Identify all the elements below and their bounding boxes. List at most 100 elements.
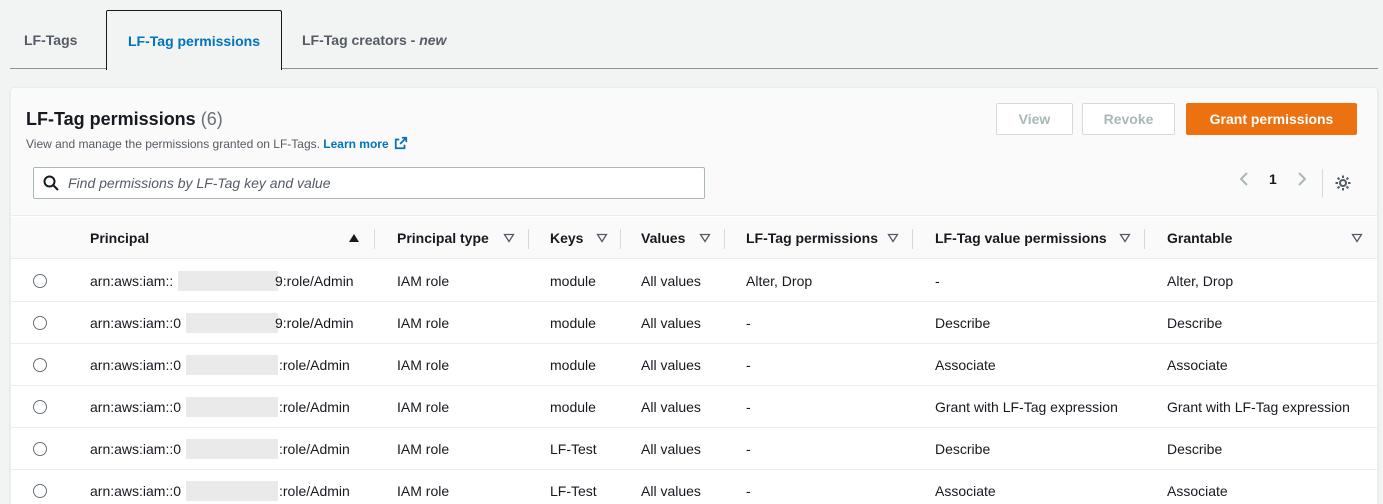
revoke-button[interactable]: Revoke: [1082, 103, 1175, 135]
tag-permissions-cell: -: [746, 441, 751, 457]
pager-divider: [1322, 169, 1323, 197]
principal-type-cell: IAM role: [397, 483, 450, 499]
external-link-icon: [394, 136, 408, 150]
tab-label: LF-Tag creators -: [302, 31, 420, 48]
principal-type-cell: IAM role: [397, 273, 450, 289]
table-row[interactable]: arn:aws:iam:: 9:role/Admin IAM role modu…: [11, 260, 1377, 302]
values-cell: All values: [641, 315, 701, 331]
values-cell: All values: [641, 441, 701, 457]
value-permissions-cell: Associate: [935, 483, 996, 499]
table-row[interactable]: arn:aws:iam::0 9:role/Admin IAM role mod…: [11, 302, 1377, 344]
search-icon: [43, 175, 59, 191]
tab-lf-tag-permissions[interactable]: LF-Tag permissions: [106, 10, 282, 70]
column-label: Values: [641, 230, 686, 246]
column-divider: [912, 229, 913, 249]
sort-icon: [503, 233, 515, 243]
table-header-section: LF-Tag permissions (6) View and manage t…: [11, 88, 1377, 216]
sort-ascending-icon: [349, 234, 359, 242]
column-divider: [528, 229, 529, 249]
principal-suffix: 9:role/Admin: [275, 273, 354, 289]
redaction-block: [186, 355, 278, 375]
title-text: LF-Tag permissions: [26, 109, 196, 129]
column-divider: [1144, 229, 1145, 249]
column-lf-tag-permissions[interactable]: LF-Tag permissions: [746, 217, 906, 259]
value-permissions-cell: Associate: [935, 357, 996, 373]
revoke-button-label: Revoke: [1103, 111, 1154, 127]
pagination: 1: [1236, 171, 1310, 187]
table-row[interactable]: arn:aws:iam::0 :role/Admin IAM role modu…: [11, 386, 1377, 428]
grantable-cell: Associate: [1167, 483, 1228, 499]
row-select-radio[interactable]: [33, 274, 47, 288]
keys-cell: module: [550, 357, 596, 373]
tag-permissions-cell: -: [746, 399, 751, 415]
principal-suffix: :role/Admin: [279, 483, 350, 499]
values-cell: All values: [641, 273, 701, 289]
column-label: Principal type: [397, 230, 489, 246]
view-button[interactable]: View: [996, 103, 1073, 135]
column-lf-tag-value-permissions[interactable]: LF-Tag value permissions: [935, 217, 1145, 259]
grantable-cell: Grant with LF-Tag expression: [1167, 399, 1350, 415]
tag-permissions-cell: -: [746, 357, 751, 373]
row-select-radio[interactable]: [33, 316, 47, 330]
tag-permissions-cell: -: [746, 315, 751, 331]
row-select-radio[interactable]: [33, 358, 47, 372]
table-row[interactable]: arn:aws:iam::0 :role/Admin IAM role modu…: [11, 344, 1377, 386]
grantable-cell: Alter, Drop: [1167, 273, 1234, 289]
sort-icon: [699, 233, 711, 243]
table-row[interactable]: arn:aws:iam::0 :role/Admin IAM role LF-T…: [11, 428, 1377, 470]
values-cell: All values: [641, 399, 701, 415]
principal-type-cell: IAM role: [397, 357, 450, 373]
redaction-block: [178, 271, 278, 291]
row-select-radio[interactable]: [33, 400, 47, 414]
row-select-radio[interactable]: [33, 442, 47, 456]
redaction-block: [186, 397, 278, 417]
principal-prefix: arn:aws:iam::0: [90, 315, 182, 331]
learn-more-link[interactable]: Learn more: [323, 137, 388, 151]
principal-prefix: arn:aws:iam::: [90, 273, 174, 289]
principal-type-cell: IAM role: [397, 441, 450, 457]
values-cell: All values: [641, 483, 701, 499]
tab-lf-tag-creators[interactable]: LF-Tag creators - new: [282, 10, 446, 69]
grant-permissions-button[interactable]: Grant permissions: [1186, 103, 1357, 135]
column-principal[interactable]: Principal: [90, 217, 359, 259]
grantable-cell: Describe: [1167, 441, 1223, 457]
column-divider: [724, 229, 725, 249]
row-select-radio[interactable]: [33, 484, 47, 498]
keys-cell: module: [550, 273, 596, 289]
column-label: LF-Tag permissions: [746, 230, 878, 246]
tab-label: LF-Tags: [24, 31, 78, 48]
principal-suffix: :role/Admin: [279, 399, 350, 415]
page-title: LF-Tag permissions (6): [26, 109, 223, 130]
keys-cell: module: [550, 315, 596, 331]
sort-icon: [1351, 233, 1363, 243]
tag-permissions-cell: -: [746, 483, 751, 499]
principal-suffix: :role/Admin: [279, 441, 350, 457]
table-row[interactable]: arn:aws:iam::0 :role/Admin IAM role LF-T…: [11, 470, 1377, 504]
column-label: Principal: [90, 230, 150, 246]
values-cell: All values: [641, 357, 701, 373]
search-field[interactable]: [33, 167, 705, 199]
search-input[interactable]: [68, 175, 688, 191]
column-principal-type[interactable]: Principal type: [397, 217, 527, 259]
keys-cell: LF-Test: [550, 441, 597, 457]
tab-new-badge: new: [419, 31, 447, 48]
sort-icon: [596, 233, 608, 243]
redaction-block: [186, 439, 278, 459]
tab-lf-tags[interactable]: LF-Tags: [10, 10, 106, 69]
principal-prefix: arn:aws:iam::0: [90, 441, 182, 457]
column-keys[interactable]: Keys: [550, 217, 620, 259]
redaction-block: [186, 313, 278, 333]
page-number-1[interactable]: 1: [1269, 171, 1277, 187]
grant-button-label: Grant permissions: [1209, 111, 1334, 127]
previous-page-icon[interactable]: [1236, 171, 1252, 187]
column-grantable[interactable]: Grantable: [1167, 217, 1367, 259]
gear-icon[interactable]: [1334, 174, 1352, 192]
principal-type-cell: IAM role: [397, 315, 450, 331]
item-count: (6): [200, 109, 223, 129]
principal-prefix: arn:aws:iam::0: [90, 483, 182, 499]
grantable-cell: Associate: [1167, 357, 1228, 373]
column-label: LF-Tag value permissions: [935, 230, 1107, 246]
sort-icon: [887, 233, 899, 243]
next-page-icon[interactable]: [1294, 171, 1310, 187]
column-values[interactable]: Values: [641, 217, 726, 259]
